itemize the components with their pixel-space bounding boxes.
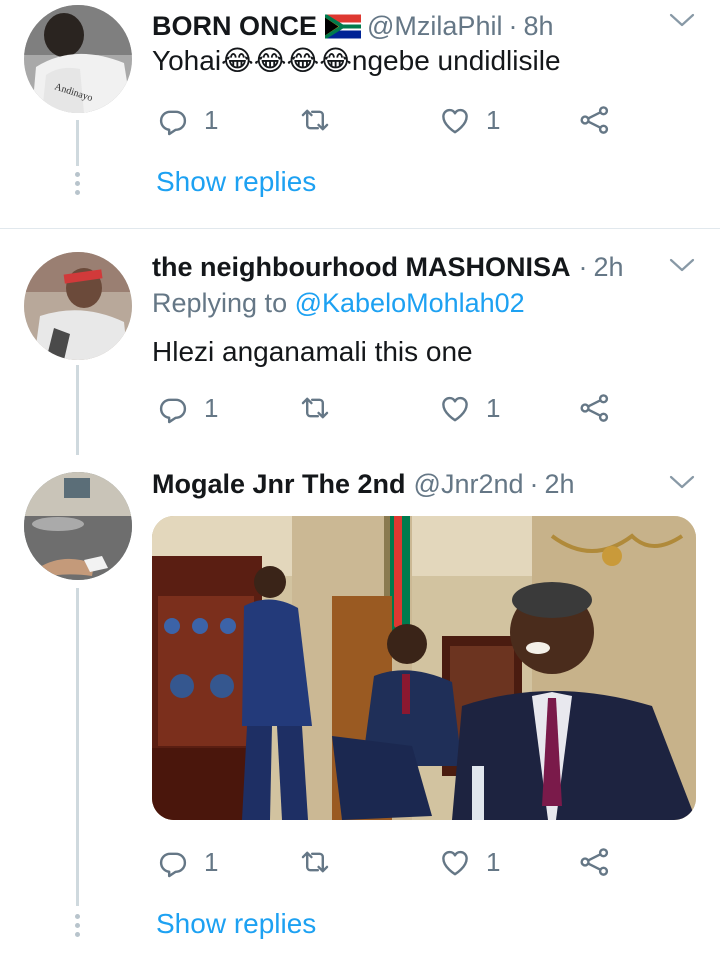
like-count: 1 — [486, 846, 501, 877]
like-button[interactable]: 1 — [438, 386, 500, 430]
chevron-down-icon[interactable] — [668, 10, 696, 30]
tweet-mashonisa[interactable]: the neighbourhood MASHONISA · 2h Replyin… — [0, 245, 720, 455]
user-handle[interactable]: @Jnr2nd — [414, 469, 524, 500]
show-replies-link[interactable]: Show replies — [156, 908, 316, 940]
tweet-text: Hlezi anganamali this one — [152, 336, 473, 367]
tweet-actions: 1 1 — [152, 386, 622, 430]
thread-line — [76, 588, 79, 906]
replying-to-handle[interactable]: @KabeloMohlah02 — [295, 288, 525, 318]
share-icon — [578, 845, 612, 879]
like-count: 1 — [486, 392, 501, 423]
divider — [0, 228, 720, 229]
retweet-button[interactable] — [298, 386, 332, 430]
timestamp[interactable]: 2h — [593, 252, 623, 283]
retweet-icon — [298, 845, 332, 879]
reply-count: 1 — [204, 846, 219, 877]
retweet-icon — [298, 391, 332, 425]
separator: · — [508, 10, 518, 41]
share-button[interactable] — [578, 386, 612, 430]
thread-dots — [74, 172, 80, 199]
tweet-born-once[interactable]: Andinayo BORN ONCE @MzilaPhil · 8h Yohai… — [0, 0, 720, 227]
replying-to: Replying to @KabeloMohlah02 — [152, 288, 525, 319]
tweet-text: Yohai😂😂😂😂ngebe undidlisile — [152, 45, 561, 76]
display-name[interactable]: Mogale Jnr The 2nd — [152, 469, 406, 500]
reply-button[interactable]: 1 — [156, 386, 218, 430]
retweet-button[interactable] — [298, 840, 332, 884]
retweet-button[interactable] — [298, 98, 332, 142]
share-icon — [578, 391, 612, 425]
heart-icon — [438, 391, 472, 425]
display-name[interactable]: the neighbourhood MASHONISA — [152, 252, 570, 283]
like-button[interactable]: 1 — [438, 840, 500, 884]
reply-button[interactable]: 1 — [156, 98, 218, 142]
retweet-icon — [298, 103, 332, 137]
tweet-photo[interactable] — [152, 516, 696, 820]
avatar[interactable] — [24, 252, 132, 360]
separator: · — [578, 251, 588, 282]
reply-count: 1 — [204, 392, 219, 423]
reply-count: 1 — [204, 104, 219, 135]
thread-dots — [74, 914, 80, 941]
thread-line — [76, 120, 79, 166]
share-icon — [578, 103, 612, 137]
like-button[interactable]: 1 — [438, 98, 500, 142]
separator: · — [529, 468, 539, 499]
timestamp[interactable]: 2h — [545, 469, 575, 500]
avatar[interactable]: Andinayo — [24, 5, 132, 113]
tweet-actions: 1 1 — [152, 840, 622, 884]
avatar[interactable] — [24, 472, 132, 580]
reply-icon — [156, 103, 190, 137]
south-africa-flag-icon — [325, 14, 362, 38]
reply-icon — [156, 845, 190, 879]
user-handle[interactable]: @MzilaPhil — [367, 11, 502, 42]
heart-icon — [438, 103, 472, 137]
chevron-down-icon[interactable] — [668, 255, 696, 275]
reply-button[interactable]: 1 — [156, 840, 218, 884]
share-button[interactable] — [578, 98, 612, 142]
share-button[interactable] — [578, 840, 612, 884]
reply-icon — [156, 391, 190, 425]
replying-to-label: Replying to — [152, 288, 288, 318]
timestamp[interactable]: 8h — [523, 11, 553, 42]
heart-icon — [438, 845, 472, 879]
display-name[interactable]: BORN ONCE — [152, 11, 317, 42]
tweet-mogale[interactable]: Mogale Jnr The 2nd @Jnr2nd · 2h 1 1 Show… — [0, 462, 720, 970]
show-replies-link[interactable]: Show replies — [156, 166, 316, 198]
tweet-actions: 1 1 — [152, 98, 622, 142]
thread-line — [76, 365, 79, 455]
like-count: 1 — [486, 104, 501, 135]
chevron-down-icon[interactable] — [668, 472, 696, 492]
